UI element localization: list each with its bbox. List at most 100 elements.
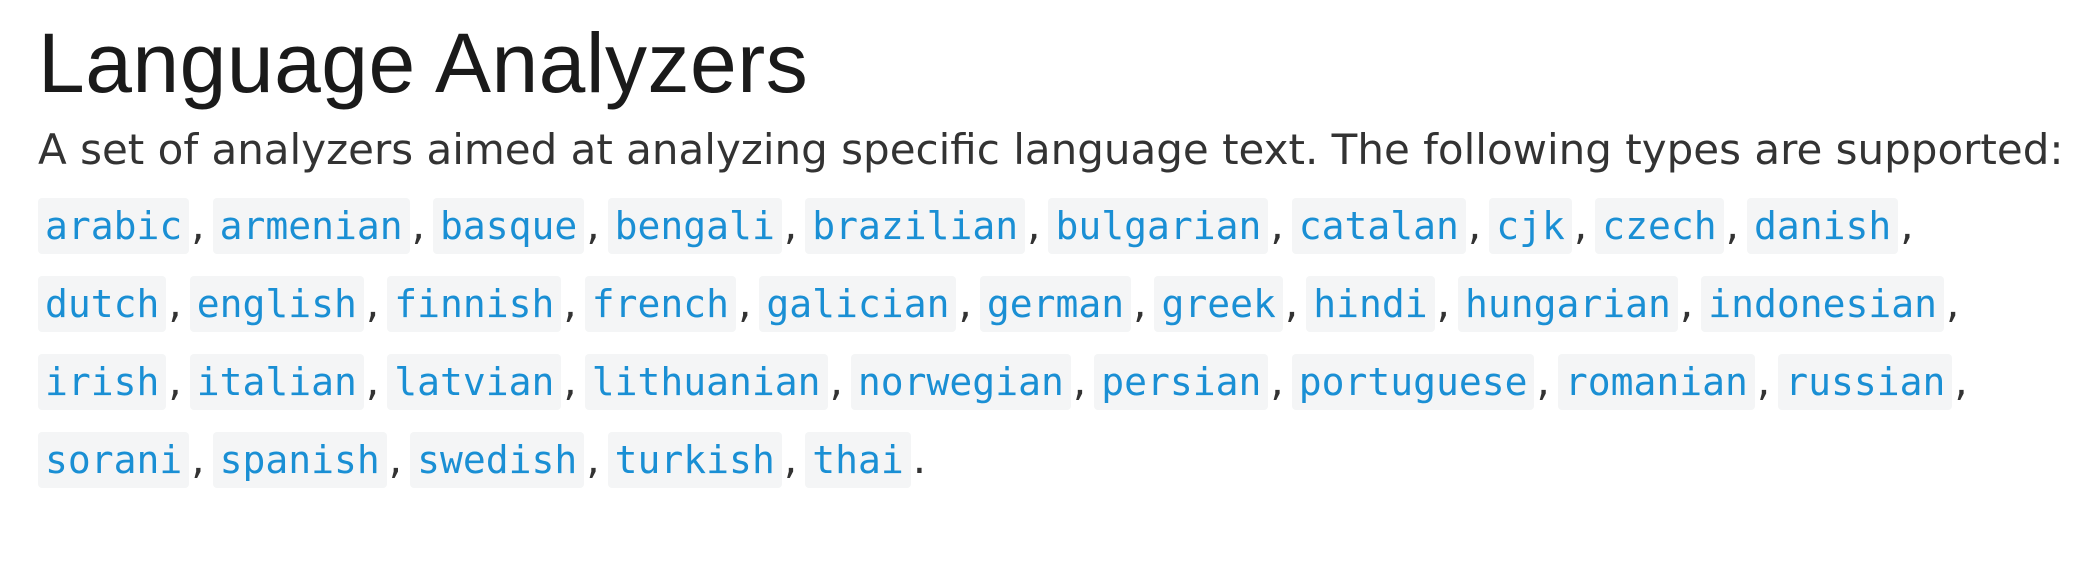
type-link-thai[interactable]: thai	[805, 432, 911, 488]
type-item: turkish,	[607, 432, 806, 488]
type-link-italian[interactable]: italian	[189, 354, 364, 410]
type-item: french,	[584, 276, 760, 332]
type-link-russian[interactable]: russian	[1778, 354, 1953, 410]
comma-separator: ,	[191, 434, 205, 483]
type-item: danish,	[1746, 198, 1922, 254]
types-row: sorani, spanish, swedish, turkish, thai.	[38, 420, 2088, 498]
type-link-basque[interactable]: basque	[433, 198, 585, 254]
intro-paragraph: A set of analyzers aimed at analyzing sp…	[38, 125, 2064, 174]
type-link-swedish[interactable]: swedish	[410, 432, 585, 488]
type-item: german,	[979, 276, 1155, 332]
types-row: arabic, armenian, basque, bengali, brazilian…	[38, 186, 2088, 264]
type-link-french[interactable]: french	[584, 276, 737, 332]
type-item: romanian,	[1557, 354, 1778, 410]
types-row: dutch, english, finnish, french, galician, ge…	[38, 264, 2088, 342]
type-item: english,	[189, 276, 388, 332]
type-link-english[interactable]: english	[189, 276, 364, 332]
type-item: czech,	[1595, 198, 1747, 254]
period-terminator: .	[912, 434, 927, 483]
types-row: irish, italian, latvian, lithuanian, norwegi…	[38, 342, 2088, 420]
comma-separator: ,	[738, 278, 752, 327]
type-item: finnish,	[387, 276, 585, 332]
type-item: catalan,	[1291, 198, 1490, 254]
type-item: dutch,	[38, 276, 190, 332]
comma-separator: ,	[1133, 278, 1147, 327]
type-item: portuguese,	[1291, 354, 1558, 410]
type-item: cjk,	[1489, 198, 1595, 254]
comma-separator: ,	[365, 278, 380, 327]
type-link-bengali[interactable]: bengali	[607, 198, 782, 254]
comma-separator: ,	[1900, 200, 1914, 249]
comma-separator: ,	[168, 278, 182, 327]
type-item: bulgarian,	[1048, 198, 1291, 254]
type-link-irish[interactable]: irish	[38, 354, 167, 410]
comma-separator: ,	[1436, 278, 1450, 327]
type-link-danish[interactable]: danish	[1746, 198, 1899, 254]
type-link-portuguese[interactable]: portuguese	[1291, 354, 1535, 410]
comma-separator: ,	[1954, 356, 1968, 405]
comma-separator: ,	[1270, 200, 1284, 249]
comma-separator: ,	[586, 200, 600, 249]
type-item: basque,	[433, 198, 608, 254]
type-link-sorani[interactable]: sorani	[38, 432, 190, 488]
type-link-norwegian[interactable]: norwegian	[850, 354, 1071, 410]
type-item: sorani,	[38, 432, 213, 488]
type-link-greek[interactable]: greek	[1154, 276, 1283, 332]
type-link-hungarian[interactable]: hungarian	[1457, 276, 1678, 332]
type-item: swedish,	[410, 432, 608, 488]
comma-separator: ,	[1536, 356, 1550, 405]
comma-separator: ,	[365, 356, 380, 405]
comma-separator: ,	[1027, 200, 1041, 249]
comma-separator: ,	[168, 356, 182, 405]
type-link-spanish[interactable]: spanish	[212, 432, 387, 488]
type-item: arabic,	[38, 198, 213, 254]
type-link-arabic[interactable]: arabic	[38, 198, 190, 254]
type-link-hindi[interactable]: hindi	[1306, 276, 1435, 332]
type-link-brazilian[interactable]: brazilian	[805, 198, 1026, 254]
comma-separator: ,	[1270, 356, 1284, 405]
type-link-czech[interactable]: czech	[1595, 198, 1724, 254]
type-item: bengali,	[607, 198, 806, 254]
type-link-lithuanian[interactable]: lithuanian	[584, 354, 828, 410]
comma-separator: ,	[563, 278, 577, 327]
type-item: greek,	[1154, 276, 1306, 332]
comma-separator: ,	[1946, 278, 1960, 327]
type-link-galician[interactable]: galician	[759, 276, 957, 332]
type-item: armenian,	[212, 198, 433, 254]
comma-separator: ,	[388, 434, 403, 483]
comma-separator: ,	[783, 434, 798, 483]
comma-separator: ,	[829, 356, 843, 405]
type-item: italian,	[189, 354, 388, 410]
type-link-bulgarian[interactable]: bulgarian	[1048, 198, 1269, 254]
document: Language Analyzers A set of analyzers ai…	[0, 0, 2094, 586]
type-link-romanian[interactable]: romanian	[1557, 354, 1755, 410]
comma-separator: ,	[563, 356, 577, 405]
type-link-finnish[interactable]: finnish	[387, 276, 562, 332]
comma-separator: ,	[1467, 200, 1482, 249]
comma-separator: ,	[783, 200, 798, 249]
comma-separator: ,	[1284, 278, 1299, 327]
type-link-dutch[interactable]: dutch	[38, 276, 167, 332]
type-link-latvian[interactable]: latvian	[387, 354, 562, 410]
comma-separator: ,	[1573, 200, 1588, 249]
type-link-indonesian[interactable]: indonesian	[1701, 276, 1944, 332]
type-item: irish,	[38, 354, 190, 410]
type-item: hindi,	[1306, 276, 1458, 332]
type-link-persian[interactable]: persian	[1094, 354, 1269, 410]
type-link-german[interactable]: german	[979, 276, 1132, 332]
comma-separator: ,	[586, 434, 600, 483]
comma-separator: ,	[1072, 356, 1087, 405]
comma-separator: ,	[411, 200, 426, 249]
type-item: persian,	[1094, 354, 1292, 410]
type-link-armenian[interactable]: armenian	[212, 198, 410, 254]
type-item: spanish,	[212, 432, 411, 488]
type-item: indonesian,	[1701, 276, 1967, 332]
type-item: galician,	[759, 276, 979, 332]
type-link-turkish[interactable]: turkish	[607, 432, 782, 488]
type-item: norwegian,	[850, 354, 1094, 410]
type-link-catalan[interactable]: catalan	[1291, 198, 1466, 254]
type-item: brazilian,	[805, 198, 1048, 254]
page-title: Language Analyzers	[38, 16, 809, 110]
type-item: hungarian,	[1457, 276, 1701, 332]
type-link-cjk[interactable]: cjk	[1489, 198, 1572, 254]
